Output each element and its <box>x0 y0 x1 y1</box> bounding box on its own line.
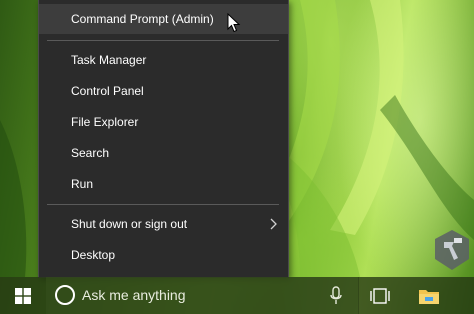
menu-item-label: Search <box>71 146 110 160</box>
file-explorer-taskbar-button[interactable] <box>414 277 444 314</box>
menu-item-shut-down-or-sign-out[interactable]: Shut down or sign out <box>39 209 288 239</box>
menu-separator <box>47 204 279 205</box>
cortana-search-box[interactable]: Ask me anything <box>46 277 359 314</box>
menu-item-run[interactable]: Run <box>39 169 288 199</box>
menu-item-label: Control Panel <box>71 84 144 98</box>
task-view-button[interactable] <box>364 277 396 314</box>
menu-item-label: Shut down or sign out <box>71 217 188 231</box>
menu-item-label: Task Manager <box>71 53 147 67</box>
start-button[interactable] <box>0 277 46 314</box>
cortana-icon <box>55 285 75 305</box>
windows-logo-icon <box>15 287 31 304</box>
menu-item-control-panel[interactable]: Control Panel <box>39 76 288 106</box>
menu-item-task-manager[interactable]: Task Manager <box>39 45 288 75</box>
chevron-right-icon <box>268 209 278 239</box>
menu-item-file-explorer[interactable]: File Explorer <box>39 107 288 137</box>
watermark-logo <box>435 230 469 270</box>
task-view-icon <box>370 287 390 304</box>
menu-item-label: Run <box>71 177 94 191</box>
menu-item-label: Desktop <box>71 248 116 262</box>
menu-item-command-prompt-admin[interactable]: Command Prompt (Admin) <box>39 4 288 34</box>
menu-separator <box>47 40 279 41</box>
menu-item-desktop[interactable]: Desktop <box>39 240 288 270</box>
menu-item-label: Command Prompt (Admin) <box>71 12 214 26</box>
file-explorer-icon <box>419 289 439 304</box>
taskbar: Ask me anything <box>0 277 474 314</box>
menu-item-search[interactable]: Search <box>39 138 288 168</box>
power-user-menu: Command Prompt (Admin) Task Manager Cont… <box>38 0 289 278</box>
search-placeholder: Ask me anything <box>82 287 186 303</box>
mouse-cursor-icon <box>227 13 241 33</box>
menu-item-label: File Explorer <box>71 115 139 129</box>
microphone-icon[interactable] <box>329 286 343 306</box>
